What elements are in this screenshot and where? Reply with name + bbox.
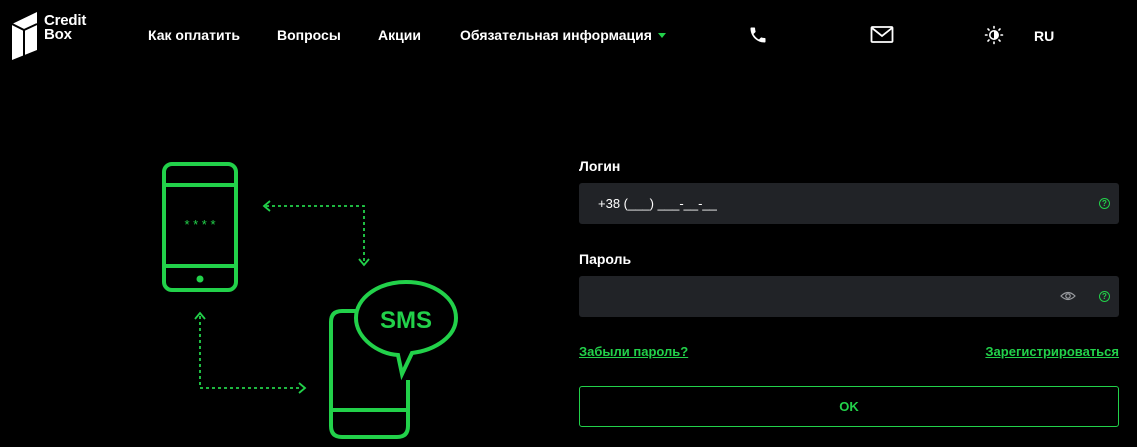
language-switch[interactable]: RU [1034,28,1054,44]
submit-button[interactable]: OK [579,386,1119,427]
arrow-bottom-icon [199,316,302,389]
sms-bubble-text: SMS [380,307,432,334]
sms-phone-icon: SMS [329,279,459,439]
help-icon[interactable]: ? [1099,198,1110,209]
register-link[interactable]: Зарегистрироваться [985,344,1119,359]
phone-icon[interactable] [748,25,768,45]
header: Credit Box Как оплатить Вопросы Акции Об… [0,0,1137,72]
eye-icon[interactable] [1060,289,1076,303]
logo[interactable]: Credit Box [10,10,110,62]
logo-line-2: Box [44,26,72,43]
nav-item-questions[interactable]: Вопросы [277,27,341,43]
phone-illustration-icon: * * * * [162,162,238,292]
phone-pin-text: * * * * [184,217,215,232]
login-label: Логин [579,158,621,174]
chevron-down-icon [657,33,666,38]
logo-text: Credit Box [44,13,86,43]
password-field-wrapper: ? [579,276,1119,317]
help-icon[interactable]: ? [1099,291,1110,302]
box-logo-icon [11,12,38,60]
login-input[interactable] [579,183,1119,224]
sms-verification-illustration: * * * * SMS [162,162,459,439]
nav-item-promotions[interactable]: Акции [378,27,421,43]
theme-toggle-icon[interactable] [984,25,1004,45]
login-field-wrapper: ? [579,183,1119,224]
password-label: Пароль [579,251,632,267]
password-input[interactable] [579,276,1119,317]
nav-item-mandatory-info[interactable]: Обязательная информация [460,27,666,43]
arrow-top-icon [266,205,365,262]
nav-item-mandatory-info-label: Обязательная информация [460,27,652,43]
mail-icon[interactable] [870,25,894,45]
forgot-password-link[interactable]: Забыли пароль? [579,344,688,359]
nav-item-how-to-pay[interactable]: Как оплатить [148,27,240,43]
